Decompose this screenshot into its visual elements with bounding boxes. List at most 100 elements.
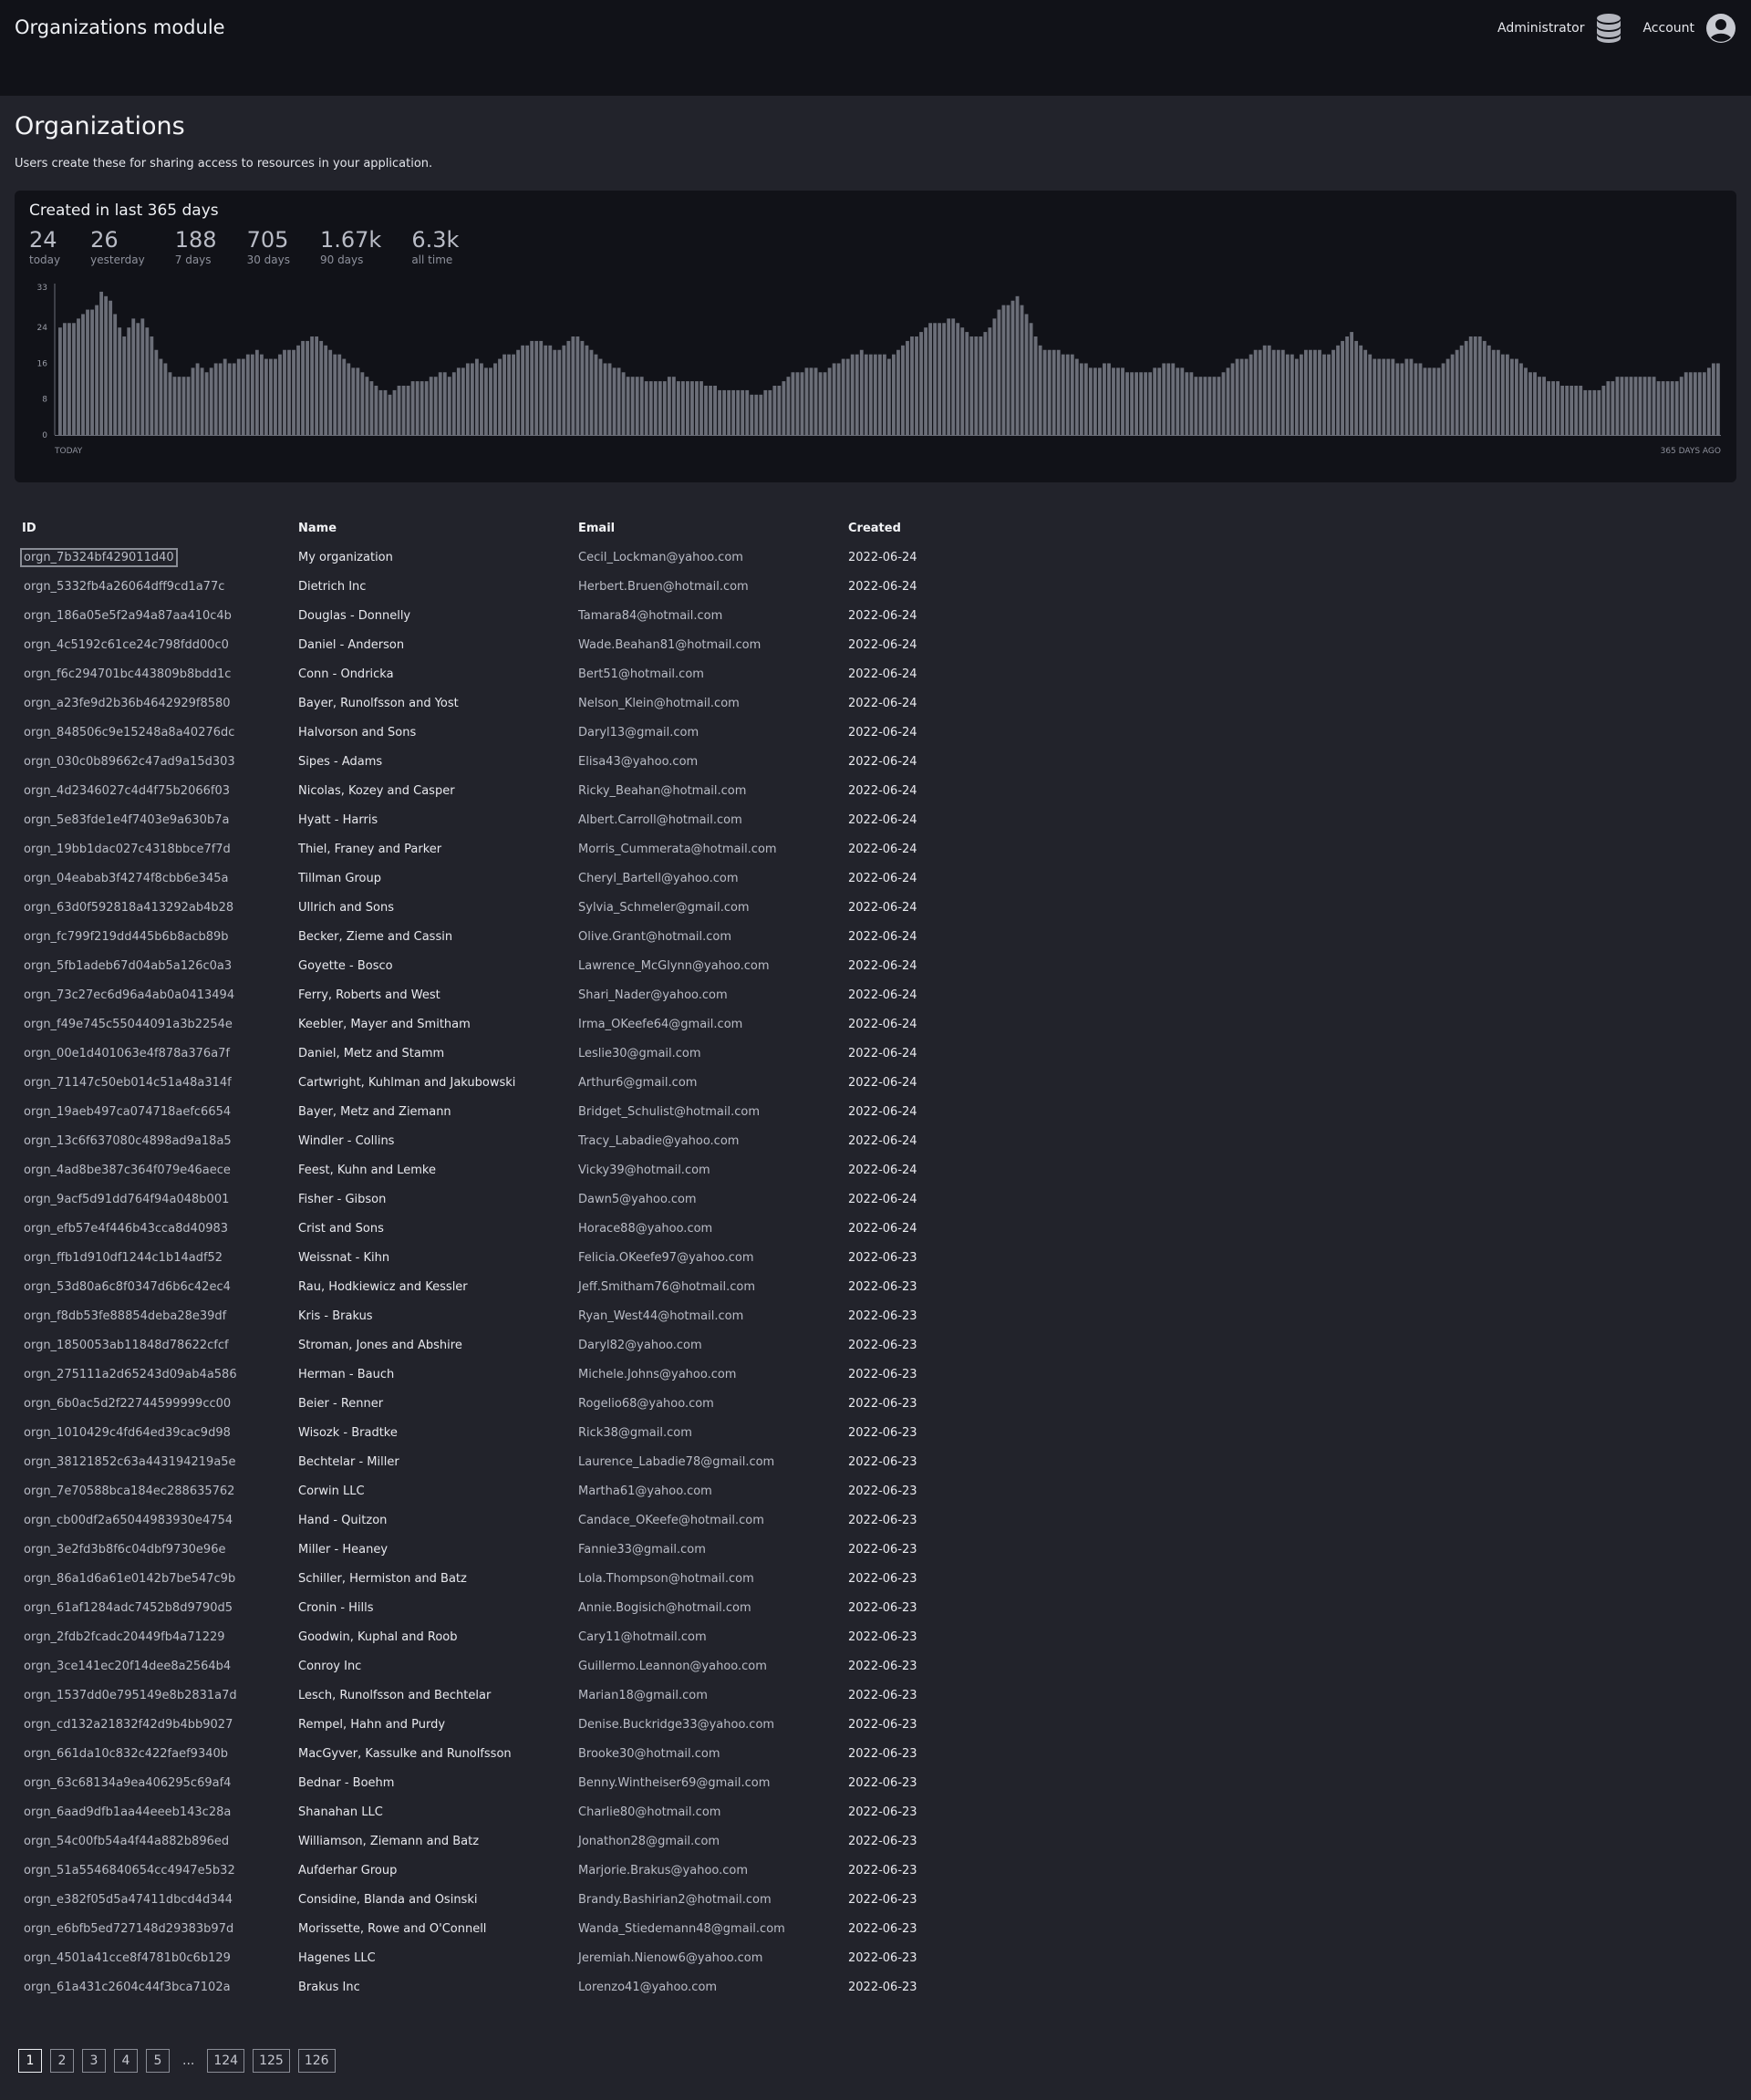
table-row[interactable]: orgn_661da10c832c422faef9340b MacGyver, K…: [15, 1739, 985, 1768]
table-row[interactable]: orgn_63d0f592818a413292ab4b28 Ullrich and…: [15, 893, 985, 922]
organization-id-link[interactable]: orgn_275111a2d65243d09ab4a586: [22, 1367, 239, 1382]
page-button-5[interactable]: 5: [146, 2049, 170, 2073]
organization-id-link[interactable]: orgn_4c5192c61ce24c798fdd00c0: [22, 637, 231, 653]
organization-id-link[interactable]: orgn_1010429c4fd64ed39cac9d98: [22, 1425, 233, 1441]
table-row[interactable]: orgn_275111a2d65243d09ab4a586 Herman - Ba…: [15, 1360, 985, 1389]
organization-id-link[interactable]: orgn_f49e745c55044091a3b2254e: [22, 1017, 234, 1032]
organization-id-link[interactable]: orgn_7b324bf429011d40: [20, 547, 178, 567]
organization-id-link[interactable]: orgn_ffb1d910df1244c1b14adf52: [22, 1250, 224, 1266]
table-row[interactable]: orgn_7b324bf429011d40 My organization Ceci…: [15, 543, 985, 572]
column-header-created[interactable]: Created: [848, 513, 985, 543]
organization-id-link[interactable]: orgn_61af1284adc7452b8d9790d5: [22, 1600, 234, 1616]
organization-id-link[interactable]: orgn_38121852c63a443194219a5e: [22, 1454, 238, 1470]
organization-id-link[interactable]: orgn_6aad9dfb1aa44eeeb143c28a: [22, 1805, 233, 1820]
table-row[interactable]: orgn_cd132a21832f42d9b4bb9027 Rempel, Hah…: [15, 1710, 985, 1739]
table-row[interactable]: orgn_5332fb4a26064dff9cd1a77c Dietrich In…: [15, 572, 985, 601]
table-row[interactable]: orgn_f8db53fe88854deba28e39df Kris - Brak…: [15, 1301, 985, 1330]
table-row[interactable]: orgn_6aad9dfb1aa44eeeb143c28a Shanahan LL…: [15, 1797, 985, 1826]
organization-id-link[interactable]: orgn_4d2346027c4d4f75b2066f03: [22, 783, 232, 799]
page-button-2[interactable]: 2: [50, 2049, 74, 2073]
table-row[interactable]: orgn_5e83fde1e4f7403e9a630b7a Hyatt - Har…: [15, 805, 985, 834]
table-row[interactable]: orgn_4d2346027c4d4f75b2066f03 Nicolas, Ko…: [15, 776, 985, 805]
table-row[interactable]: orgn_1010429c4fd64ed39cac9d98 Wisozk - Br…: [15, 1418, 985, 1447]
organization-id-link[interactable]: orgn_f6c294701bc443809b8bdd1c: [22, 667, 233, 682]
administrator-button[interactable]: Administrator: [1497, 13, 1622, 44]
table-row[interactable]: orgn_04eabab3f4274f8cbb6e345a Tillman Gro…: [15, 864, 985, 893]
organization-id-link[interactable]: orgn_9acf5d91dd764f94a048b001: [22, 1192, 231, 1207]
organization-id-link[interactable]: orgn_5332fb4a26064dff9cd1a77c: [22, 579, 226, 595]
table-row[interactable]: orgn_4501a41cce8f4781b0c6b129 Hagenes LLC…: [15, 1943, 985, 1972]
organization-id-link[interactable]: orgn_1537dd0e795149e8b2831a7d: [22, 1688, 239, 1703]
table-row[interactable]: orgn_00e1d401063e4f878a376a7f Daniel, Met…: [15, 1039, 985, 1068]
table-row[interactable]: orgn_38121852c63a443194219a5e Bechtelar -…: [15, 1447, 985, 1476]
table-row[interactable]: orgn_4ad8be387c364f079e46aece Feest, Kuhn…: [15, 1155, 985, 1184]
table-row[interactable]: orgn_51a5546840654cc4947e5b32 Aufderhar G…: [15, 1856, 985, 1885]
table-row[interactable]: orgn_13c6f637080c4898ad9a18a5 Windler - C…: [15, 1126, 985, 1155]
table-row[interactable]: orgn_e382f05d5a47411dbcd4d344 Considine, …: [15, 1885, 985, 1914]
table-row[interactable]: orgn_f49e745c55044091a3b2254e Keebler, Ma…: [15, 1009, 985, 1039]
organization-id-link[interactable]: orgn_19aeb497ca074718aefc6654: [22, 1104, 233, 1120]
table-row[interactable]: orgn_54c00fb54a4f44a882b896ed Williamson,…: [15, 1826, 985, 1856]
organization-id-link[interactable]: orgn_19bb1dac027c4318bbce7f7d: [22, 842, 233, 857]
organization-id-link[interactable]: orgn_cd132a21832f42d9b4bb9027: [22, 1717, 234, 1733]
table-row[interactable]: orgn_19bb1dac027c4318bbce7f7d Thiel, Fran…: [15, 834, 985, 864]
organization-id-link[interactable]: orgn_71147c50eb014c51a48a314f: [22, 1075, 233, 1091]
table-row[interactable]: orgn_86a1d6a61e0142b7be547c9b Schiller, H…: [15, 1564, 985, 1593]
table-row[interactable]: orgn_3e2fd3b8f6c04dbf9730e96e Miller - He…: [15, 1535, 985, 1564]
page-button-1[interactable]: 1: [18, 2049, 42, 2073]
organization-id-link[interactable]: orgn_5e83fde1e4f7403e9a630b7a: [22, 812, 231, 828]
organization-id-link[interactable]: orgn_848506c9e15248a8a40276dc: [22, 725, 236, 740]
column-header-name[interactable]: Name: [298, 513, 578, 543]
account-button[interactable]: Account: [1642, 13, 1736, 44]
page-button-4[interactable]: 4: [114, 2049, 138, 2073]
organization-id-link[interactable]: orgn_5fb1adeb67d04ab5a126c0a3: [22, 958, 233, 974]
organization-id-link[interactable]: orgn_73c27ec6d96a4ab0a0413494: [22, 988, 236, 1003]
table-row[interactable]: orgn_e6bfb5ed727148d29383b97d Morissette,…: [15, 1914, 985, 1943]
organization-id-link[interactable]: orgn_e6bfb5ed727148d29383b97d: [22, 1921, 235, 1937]
table-row[interactable]: orgn_cb00df2a65044983930e4754 Hand - Quit…: [15, 1505, 985, 1535]
organization-id-link[interactable]: orgn_4ad8be387c364f079e46aece: [22, 1163, 233, 1178]
page-button-125[interactable]: 125: [253, 2049, 290, 2073]
organization-id-link[interactable]: orgn_4501a41cce8f4781b0c6b129: [22, 1950, 233, 1966]
organization-id-link[interactable]: orgn_1850053ab11848d78622cfcf: [22, 1338, 231, 1353]
organization-id-link[interactable]: orgn_efb57e4f446b43cca8d40983: [22, 1221, 230, 1236]
organization-id-link[interactable]: orgn_63d0f592818a413292ab4b28: [22, 900, 235, 916]
organization-id-link[interactable]: orgn_030c0b89662c47ad9a15d303: [22, 754, 237, 770]
organization-id-link[interactable]: orgn_86a1d6a61e0142b7be547c9b: [22, 1571, 237, 1587]
table-row[interactable]: orgn_53d80a6c8f0347d6b6c42ec4 Rau, Hodkie…: [15, 1272, 985, 1301]
organization-id-link[interactable]: orgn_e382f05d5a47411dbcd4d344: [22, 1892, 234, 1908]
organization-id-link[interactable]: orgn_2fdb2fcadc20449fb4a71229: [22, 1629, 227, 1645]
table-row[interactable]: orgn_3ce141ec20f14dee8a2564b4 Conroy Inc G…: [15, 1651, 985, 1681]
column-header-id[interactable]: ID: [15, 513, 298, 543]
table-row[interactable]: orgn_4c5192c61ce24c798fdd00c0 Daniel - An…: [15, 630, 985, 659]
organization-id-link[interactable]: orgn_f8db53fe88854deba28e39df: [22, 1309, 228, 1324]
organization-id-link[interactable]: orgn_cb00df2a65044983930e4754: [22, 1513, 234, 1528]
page-button-3[interactable]: 3: [82, 2049, 106, 2073]
table-row[interactable]: orgn_9acf5d91dd764f94a048b001 Fisher - Gi…: [15, 1184, 985, 1214]
organization-id-link[interactable]: orgn_3ce141ec20f14dee8a2564b4: [22, 1659, 233, 1674]
table-row[interactable]: orgn_63c68134a9ea406295c69af4 Bednar - Bo…: [15, 1768, 985, 1797]
table-row[interactable]: orgn_7e70588bca184ec288635762 Corwin LLC M…: [15, 1476, 985, 1505]
page-button-126[interactable]: 126: [297, 2049, 336, 2073]
organization-id-link[interactable]: orgn_186a05e5f2a94a87aa410c4b: [22, 608, 233, 624]
column-header-email[interactable]: Email: [578, 513, 848, 543]
organization-id-link[interactable]: orgn_a23fe9d2b36b4642929f8580: [22, 696, 233, 711]
organization-id-link[interactable]: orgn_54c00fb54a4f44a882b896ed: [22, 1834, 231, 1849]
organization-id-link[interactable]: orgn_6b0ac5d2f22744599999cc00: [22, 1396, 233, 1412]
page-button-124[interactable]: 124: [207, 2049, 245, 2073]
table-row[interactable]: orgn_2fdb2fcadc20449fb4a71229 Goodwin, Ku…: [15, 1622, 985, 1651]
organization-id-link[interactable]: orgn_7e70588bca184ec288635762: [22, 1484, 236, 1499]
table-row[interactable]: orgn_73c27ec6d96a4ab0a0413494 Ferry, Robe…: [15, 980, 985, 1009]
table-row[interactable]: orgn_71147c50eb014c51a48a314f Cartwright,…: [15, 1068, 985, 1097]
organization-id-link[interactable]: orgn_fc799f219dd445b6b8acb89b: [22, 929, 231, 945]
table-row[interactable]: orgn_6b0ac5d2f22744599999cc00 Beier - Ren…: [15, 1389, 985, 1418]
organization-id-link[interactable]: orgn_63c68134a9ea406295c69af4: [22, 1775, 233, 1791]
table-row[interactable]: orgn_1537dd0e795149e8b2831a7d Lesch, Runo…: [15, 1681, 985, 1710]
organization-id-link[interactable]: orgn_661da10c832c422faef9340b: [22, 1746, 230, 1762]
organization-id-link[interactable]: orgn_51a5546840654cc4947e5b32: [22, 1863, 237, 1878]
table-row[interactable]: orgn_030c0b89662c47ad9a15d303 Sipes - Ada…: [15, 747, 985, 776]
table-row[interactable]: orgn_19aeb497ca074718aefc6654 Bayer, Metz…: [15, 1097, 985, 1126]
table-row[interactable]: orgn_5fb1adeb67d04ab5a126c0a3 Goyette - B…: [15, 951, 985, 980]
table-row[interactable]: orgn_fc799f219dd445b6b8acb89b Becker, Zie…: [15, 922, 985, 951]
table-row[interactable]: orgn_ffb1d910df1244c1b14adf52 Weissnat - …: [15, 1243, 985, 1272]
